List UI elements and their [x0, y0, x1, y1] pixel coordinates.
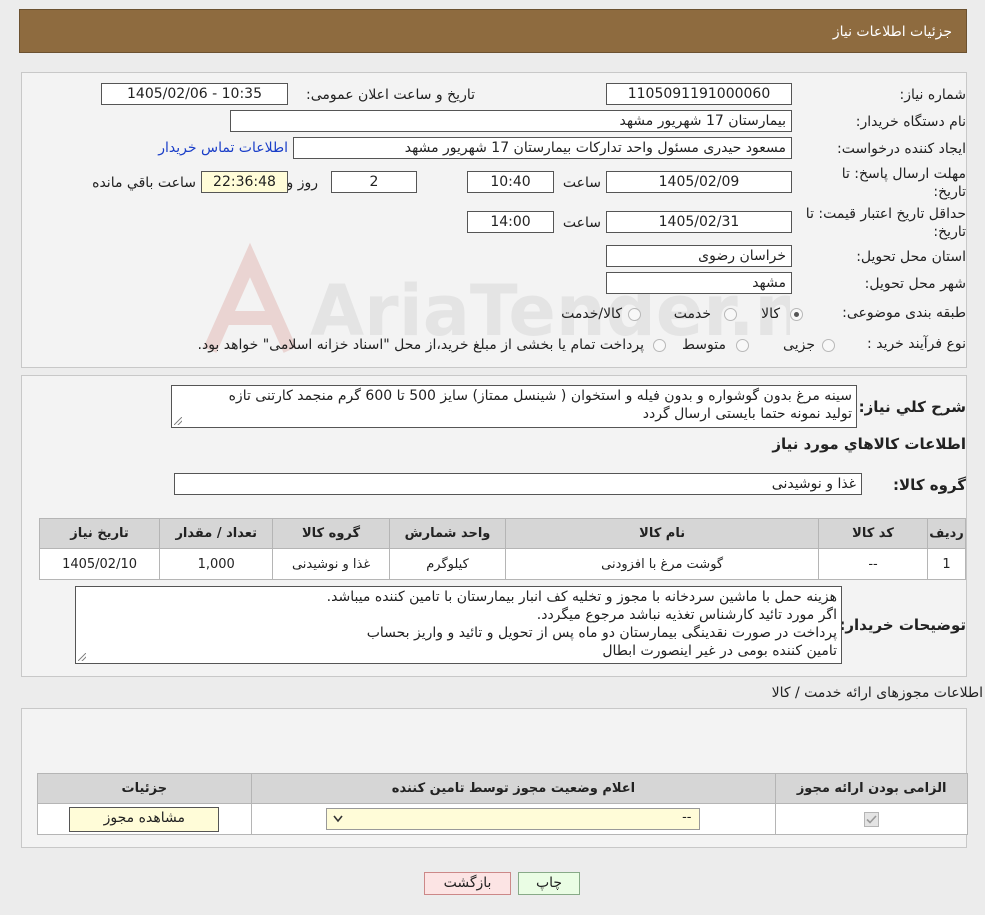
cell-date: 1405/02/10 [38, 548, 161, 580]
description-textarea[interactable]: سینه مرغ بدون گوشواره و بدون فیله و استخ… [171, 385, 857, 428]
check-icon [866, 814, 877, 824]
permits-table-header: الزامی بودن ارائه مجوز اعلام وضعیت مجوز … [37, 773, 968, 804]
buyer-org-label: نام دستگاه خریدار: [855, 114, 966, 130]
deadline-date-field: 1405/02/09 [606, 171, 792, 193]
category-option-service: خدمت [673, 306, 711, 322]
deadline-label: مهلت ارسال پاسخ: تا [841, 166, 966, 182]
description-line-1: سینه مرغ بدون گوشواره و بدون فیله و استخ… [228, 388, 852, 404]
province-label: استان محل تحویل: [856, 249, 966, 265]
permit-required-cell [775, 803, 968, 835]
table-row: -- مشاهده مجوز [37, 803, 968, 835]
buyer-org-field: بیمارستان 17 شهریور مشهد [230, 110, 792, 132]
cell-group: غذا و نوشیدنی [272, 548, 390, 580]
goods-table-header: رديف کد کالا نام کالا واحد شمارش گروه کا… [38, 518, 966, 549]
buyer-notes-textarea[interactable]: هزینه حمل با ماشین سردخانه با مجوز و تخل… [75, 586, 842, 664]
creator-field: مسعود حیدری مسئول واحد تدارکات بیمارستان… [293, 137, 792, 159]
buyer-notes-line-2: اگر مورد تائید کارشناس تغذیه نباشد مرجوع… [536, 607, 837, 623]
permits-section-title: اطلاعات مجوزهای ارائه خدمت / کالا [771, 685, 983, 701]
goods-section-title: اطلاعات کالاهاي مورد نياز [772, 435, 966, 453]
city-label: شهر محل تحویل: [864, 276, 966, 292]
cell-unit: کیلوگرم [388, 548, 507, 580]
resize-grip-icon[interactable] [174, 417, 182, 425]
permit-status-cell: -- [250, 803, 777, 835]
need-number-field: 1105091191000060 [606, 83, 792, 105]
print-button[interactable]: چاپ [518, 872, 580, 895]
process-treasury-note: پرداخت تمام یا بخشی از مبلغ خرید،از محل … [197, 337, 644, 353]
category-radio-goods-service[interactable] [628, 308, 641, 321]
deadline-time-field: 10:40 [467, 171, 554, 193]
col-name: نام کالا [505, 518, 819, 549]
col-unit: واحد شمارش [388, 518, 507, 549]
days-label: روز و [286, 175, 319, 191]
validity-time-label: ساعت [562, 215, 601, 231]
cell-qty: 1,000 [159, 548, 274, 580]
remaining-time-field: 22:36:48 [201, 171, 288, 193]
resize-grip-icon[interactable] [78, 653, 86, 661]
process-radio-minor[interactable] [822, 339, 835, 352]
validity-label-date: تاریخ: [933, 224, 966, 240]
description-label: شرح کلي نياز: [858, 398, 966, 416]
chevron-down-icon [333, 815, 344, 823]
permit-status-select[interactable]: -- [326, 808, 701, 830]
permit-status-value: -- [682, 810, 692, 825]
announce-label: تاریخ و ساعت اعلان عمومی: [306, 87, 475, 103]
category-radio-goods[interactable] [790, 308, 803, 321]
validity-date-field: 1405/02/31 [606, 211, 792, 233]
col-date: تاريخ نياز [38, 518, 161, 549]
buyer-notes-line-4: تامین کننده بومی در غیر اینصورت ابطال [602, 643, 837, 659]
city-field: مشهد [606, 272, 792, 294]
process-checkbox-treasury[interactable] [653, 339, 666, 352]
cell-row: 1 [927, 548, 966, 580]
page-header: جزئیات اطلاعات نیاز [19, 9, 967, 53]
goods-group-field: غذا و نوشیدنی [174, 473, 862, 495]
need-number-label: شماره نیاز: [899, 87, 967, 103]
buyer-notes-label: توضیحات خریدار: [839, 616, 966, 634]
description-line-2: تولید نمونه حتما بایستی ارسال گردد [642, 406, 852, 422]
deadline-time-label: ساعت [562, 175, 601, 191]
col-code: کد کالا [817, 518, 929, 549]
col-permit-details: جزئیات [37, 773, 252, 804]
cell-code: -- [817, 548, 929, 580]
remaining-time-label: ساعت باقي مانده [92, 175, 196, 191]
col-group: گروه کالا [272, 518, 390, 549]
category-option-goods: کالا [761, 306, 780, 322]
col-permit-status: اعلام وضعیت مجوز توسط تامین کننده [250, 773, 777, 804]
process-option-medium: متوسط [682, 337, 726, 353]
creator-label: ایجاد کننده درخواست: [837, 141, 966, 157]
announce-field: 1405/02/06 - 10:35 [101, 83, 288, 105]
cell-name: گوشت مرغ با افزودنی [505, 548, 819, 580]
category-radio-service[interactable] [724, 308, 737, 321]
process-option-minor: جزیی [783, 337, 815, 353]
goods-table: رديف کد کالا نام کالا واحد شمارش گروه کا… [38, 518, 966, 580]
col-permit-required: الزامی بودن ارائه مجوز [775, 773, 968, 804]
validity-label: حداقل تاریخ اعتبار قیمت: تا [805, 206, 966, 222]
page-title: جزئیات اطلاعات نیاز [832, 24, 952, 40]
deadline-label-date: تاریخ: [933, 184, 966, 200]
process-label: نوع فرآیند خرید : [867, 336, 966, 352]
view-permit-button[interactable]: مشاهده مجوز [69, 806, 220, 832]
days-remaining-field: 2 [331, 171, 417, 193]
permits-table: الزامی بودن ارائه مجوز اعلام وضعیت مجوز … [37, 773, 968, 835]
buyer-notes-line-1: هزینه حمل با ماشین سردخانه با مجوز و تخل… [326, 589, 837, 605]
category-label: طبقه بندی موضوعی: [842, 305, 966, 321]
buyer-contact-link[interactable]: اطلاعات تماس خریدار [158, 140, 288, 156]
permit-required-checkbox [864, 811, 880, 827]
process-radio-medium[interactable] [736, 339, 749, 352]
col-row: رديف [927, 518, 966, 549]
back-button[interactable]: بازگشت [424, 872, 511, 895]
permit-details-cell: مشاهده مجوز [37, 803, 252, 835]
buyer-notes-line-3: پرداخت در صورت نقدینگی بیمارستان دو ماه … [366, 625, 837, 641]
col-qty: تعداد / مقدار [159, 518, 274, 549]
province-field: خراسان رضوی [606, 245, 792, 267]
validity-time-field: 14:00 [467, 211, 554, 233]
category-option-goods-service: کالا/خدمت [561, 306, 622, 322]
table-row: 1 -- گوشت مرغ با افزودنی کیلوگرم غذا و ن… [38, 548, 966, 580]
goods-group-label: گروه کالا: [893, 476, 966, 494]
